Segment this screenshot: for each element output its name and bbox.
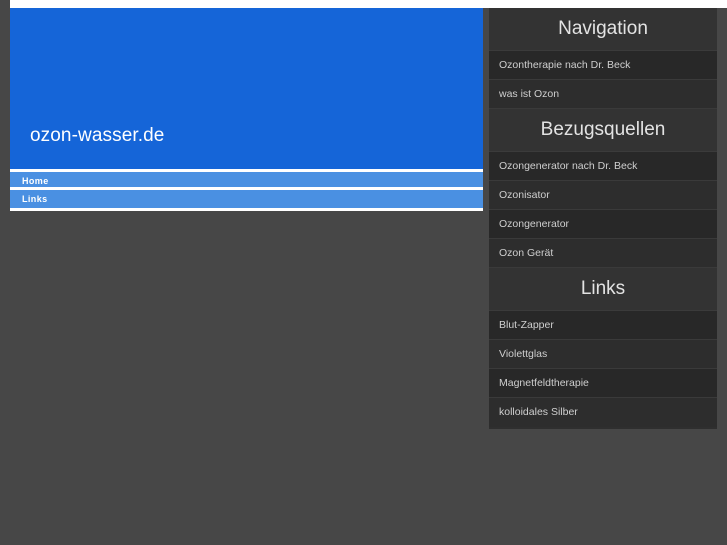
primary-navigation-bar: Home Links [10,169,483,211]
sidebar-link-kolloidales-silber[interactable]: kolloidales Silber [489,398,717,427]
sidebar-section-bezugsquellen: Bezugsquellen Ozongenerator nach Dr. Bec… [489,109,717,268]
sidebar-link-ozonisator[interactable]: Ozonisator [489,181,717,210]
menu-item-home[interactable]: Home [10,172,483,190]
sidebar-section-links: Links Blut-Zapper Violettglas Magnetfeld… [489,268,717,427]
sidebar-link-ozontherapie-nach-dr-beck[interactable]: Ozontherapie nach Dr. Beck [489,51,717,80]
sidebar-link-violettglas[interactable]: Violettglas [489,340,717,369]
sidebar-link-ozongenerator[interactable]: Ozongenerator [489,210,717,239]
sidebar-link-ozongenerator-nach-dr-beck[interactable]: Ozongenerator nach Dr. Beck [489,152,717,181]
main-column: ozon-wasser.de Home Links [10,8,483,527]
site-header-banner: ozon-wasser.de [10,8,483,169]
sidebar-link-magnetfeldtherapie[interactable]: Magnetfeldtherapie [489,369,717,398]
right-sidebar: Navigation Ozontherapie nach Dr. Beck wa… [489,8,717,429]
menu-item-links[interactable]: Links [10,190,483,208]
sidebar-link-was-ist-ozon[interactable]: was ist Ozon [489,80,717,109]
site-logo: ozon-wasser.de [30,125,165,146]
main-content-area [10,211,483,527]
sidebar-section-title-navigation: Navigation [489,8,717,51]
page-top-strip [10,0,727,8]
sidebar-link-blut-zapper[interactable]: Blut-Zapper [489,311,717,340]
sidebar-link-ozon-geraet[interactable]: Ozon Gerät [489,239,717,268]
sidebar-section-title-bezugsquellen: Bezugsquellen [489,109,717,152]
sidebar-section-navigation: Navigation Ozontherapie nach Dr. Beck wa… [489,8,717,109]
sidebar-section-title-links: Links [489,268,717,311]
